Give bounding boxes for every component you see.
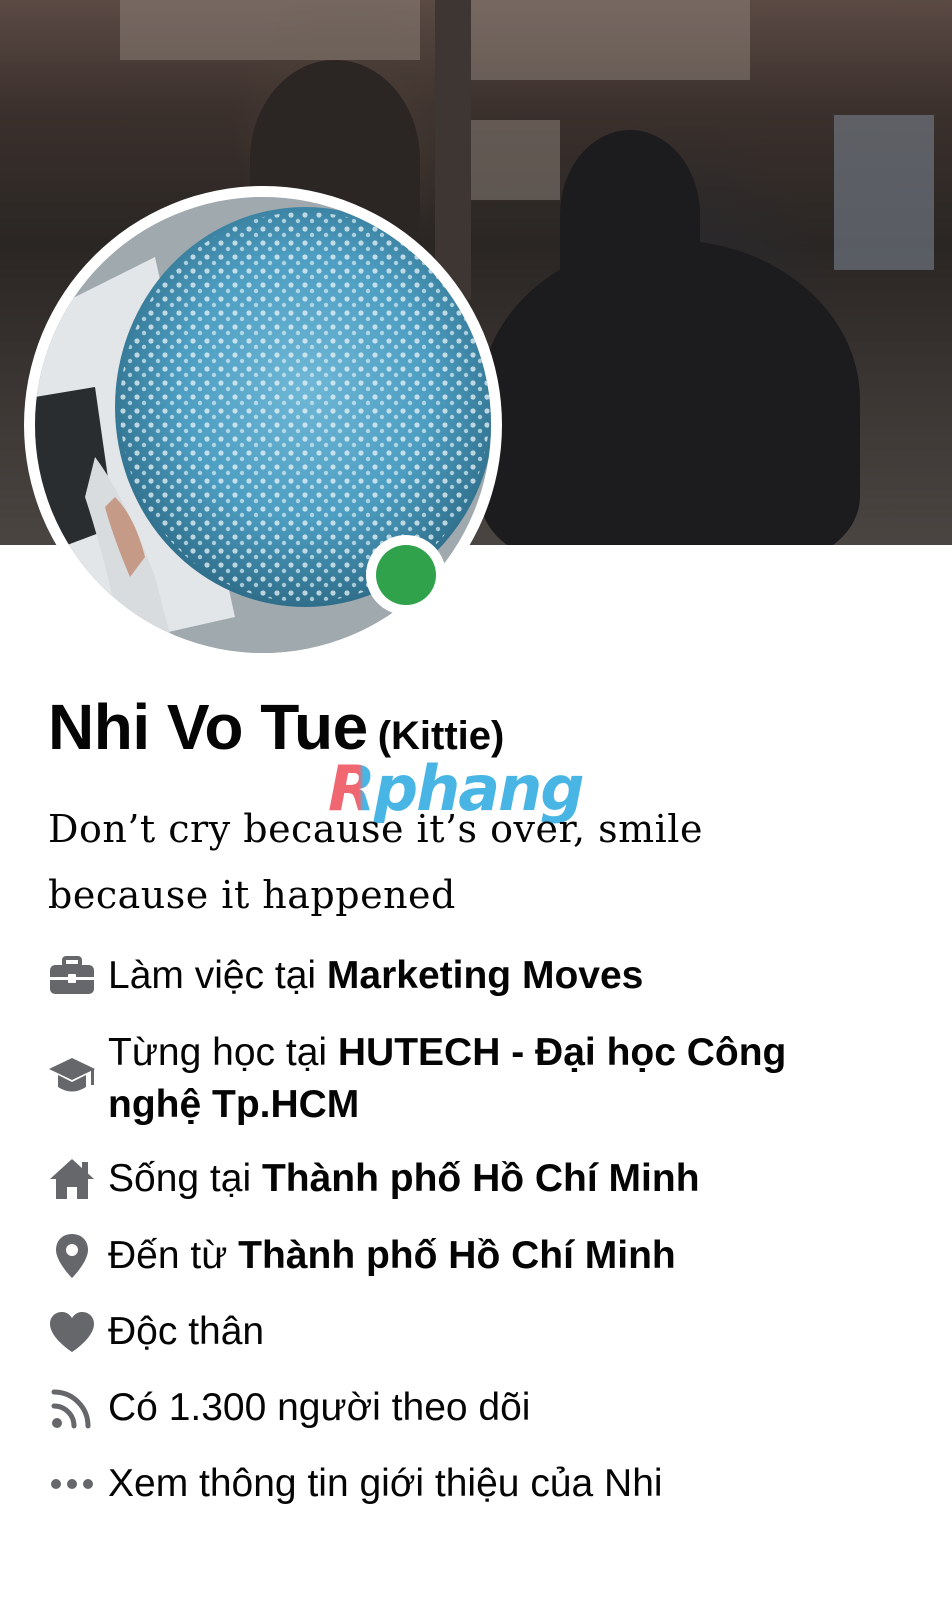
more-dots-icon — [46, 1458, 98, 1510]
lives-in-value[interactable]: Thành phố Hồ Chí Minh — [262, 1157, 700, 1200]
intro-work[interactable]: Làm việc tại Marketing Moves — [46, 950, 868, 1002]
heart-icon — [46, 1306, 98, 1358]
graduation-cap-icon — [46, 1051, 98, 1103]
briefcase-icon — [46, 950, 98, 1002]
intro-followers[interactable]: Có 1.300 người theo dõi — [46, 1382, 868, 1434]
from-prefix: Đến từ — [108, 1234, 239, 1277]
intro-relationship[interactable]: Độc thân — [46, 1306, 868, 1358]
intro-lives-in[interactable]: Sống tại Thành phố Hồ Chí Minh — [46, 1153, 868, 1205]
intro-from[interactable]: Đến từ Thành phố Hồ Chí Minh — [46, 1230, 868, 1282]
see-about-text: Xem thông tin giới thiệu của Nhi — [108, 1462, 663, 1505]
from-value[interactable]: Thành phố Hồ Chí Minh — [238, 1234, 676, 1277]
profile-name: Nhi Vo Tue — [48, 691, 368, 763]
rss-icon — [46, 1382, 98, 1434]
online-status-indicator — [366, 535, 446, 615]
intro-see-about[interactable]: Xem thông tin giới thiệu của Nhi — [46, 1458, 868, 1510]
followers-text: Có 1.300 người theo dõi — [108, 1386, 531, 1429]
work-value[interactable]: Marketing Moves — [327, 954, 643, 997]
education-prefix: Từng học tại — [108, 1031, 338, 1074]
profile-bio: Don’t cry because it’s over, smile becau… — [48, 807, 703, 917]
lives-in-prefix: Sống tại — [108, 1157, 262, 1200]
intro-education[interactable]: Từng học tại HUTECH - Đại học Công nghệ … — [46, 1027, 868, 1131]
relationship-text: Độc thân — [108, 1310, 265, 1353]
home-icon — [46, 1153, 98, 1205]
work-prefix: Làm việc tại — [108, 954, 327, 997]
location-pin-icon — [46, 1230, 98, 1282]
